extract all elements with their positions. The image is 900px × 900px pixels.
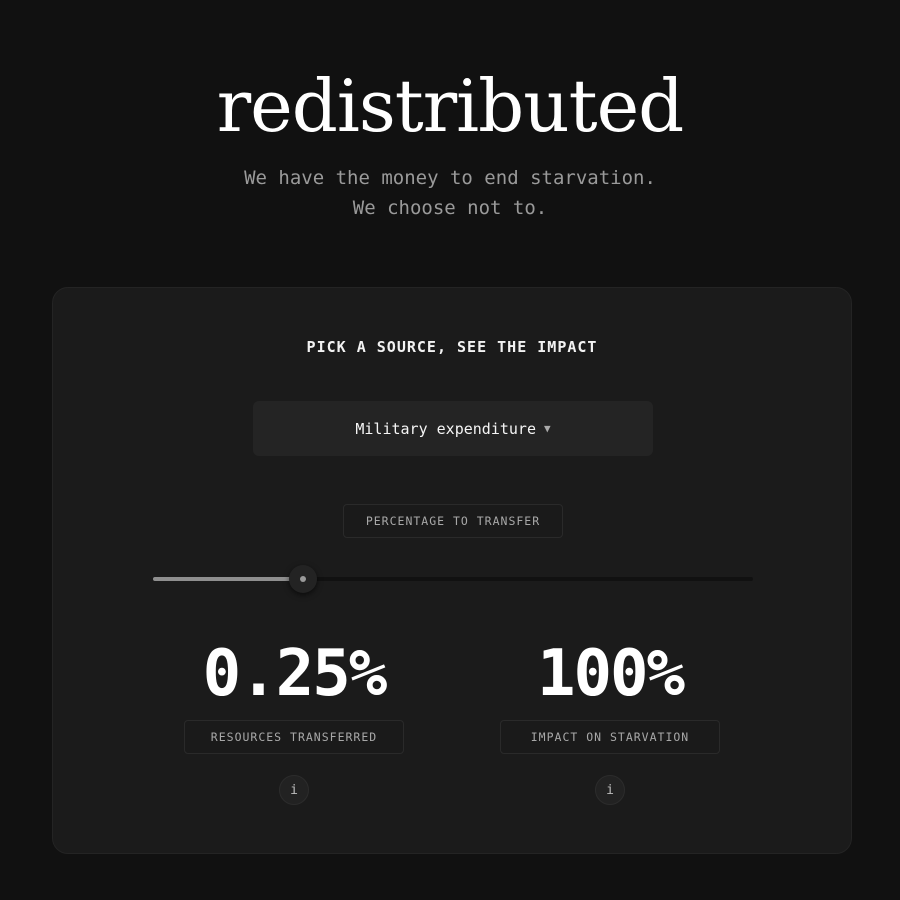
impact-on-starvation-label: IMPACT ON STARVATION [500, 720, 720, 754]
resources-transferred-label: RESOURCES TRANSFERRED [184, 720, 404, 754]
impact-on-starvation-value: 100% [536, 637, 685, 711]
impact-info-icon[interactable]: i [595, 775, 625, 805]
tagline-line-2: We choose not to. [352, 197, 548, 219]
app-title: redistributed [216, 64, 685, 148]
calculator-card: PICK A SOURCE, SEE THE IMPACT Military e… [52, 287, 852, 854]
chevron-down-icon: ▼ [544, 422, 551, 435]
source-select-value: Military expenditure [355, 419, 536, 438]
source-select[interactable]: Military expenditure ▼ [253, 401, 653, 456]
slider-thumb[interactable] [289, 565, 317, 593]
percentage-label: PERCENTAGE TO TRANSFER [343, 504, 563, 538]
percentage-slider[interactable] [153, 565, 753, 595]
resources-info-icon[interactable]: i [279, 775, 309, 805]
tagline-line-1: We have the money to end starvation. [244, 167, 656, 189]
resources-transferred-value: 0.25% [202, 637, 388, 711]
section-heading: PICK A SOURCE, SEE THE IMPACT [306, 338, 598, 356]
slider-fill [153, 577, 303, 581]
